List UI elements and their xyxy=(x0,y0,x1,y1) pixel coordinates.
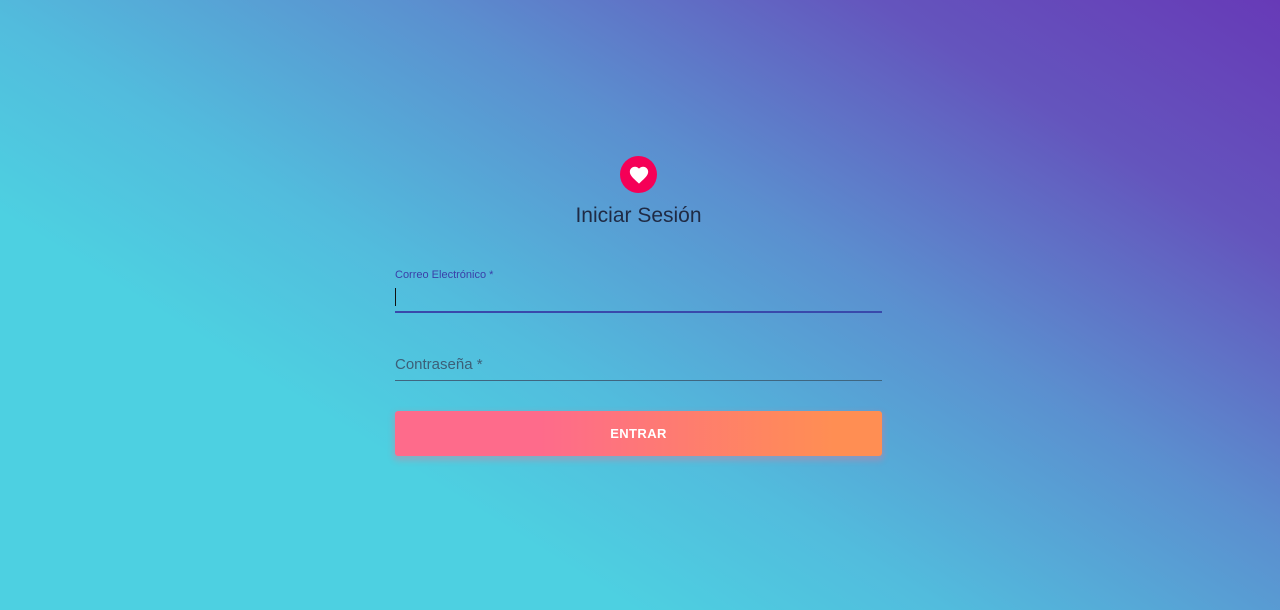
submit-button[interactable]: ENTRAR xyxy=(395,411,882,456)
email-field[interactable]: Correo Electrónico * xyxy=(395,266,882,313)
avatar xyxy=(620,156,657,193)
password-input[interactable] xyxy=(395,354,882,380)
email-input[interactable] xyxy=(395,284,882,310)
email-underline xyxy=(395,311,882,313)
password-field[interactable]: Contraseña * xyxy=(395,354,882,381)
page-title: Iniciar Sesión xyxy=(575,204,702,227)
email-label: Correo Electrónico * xyxy=(395,269,494,281)
password-underline xyxy=(395,380,882,381)
heart-icon xyxy=(628,164,650,186)
text-cursor xyxy=(395,288,396,306)
